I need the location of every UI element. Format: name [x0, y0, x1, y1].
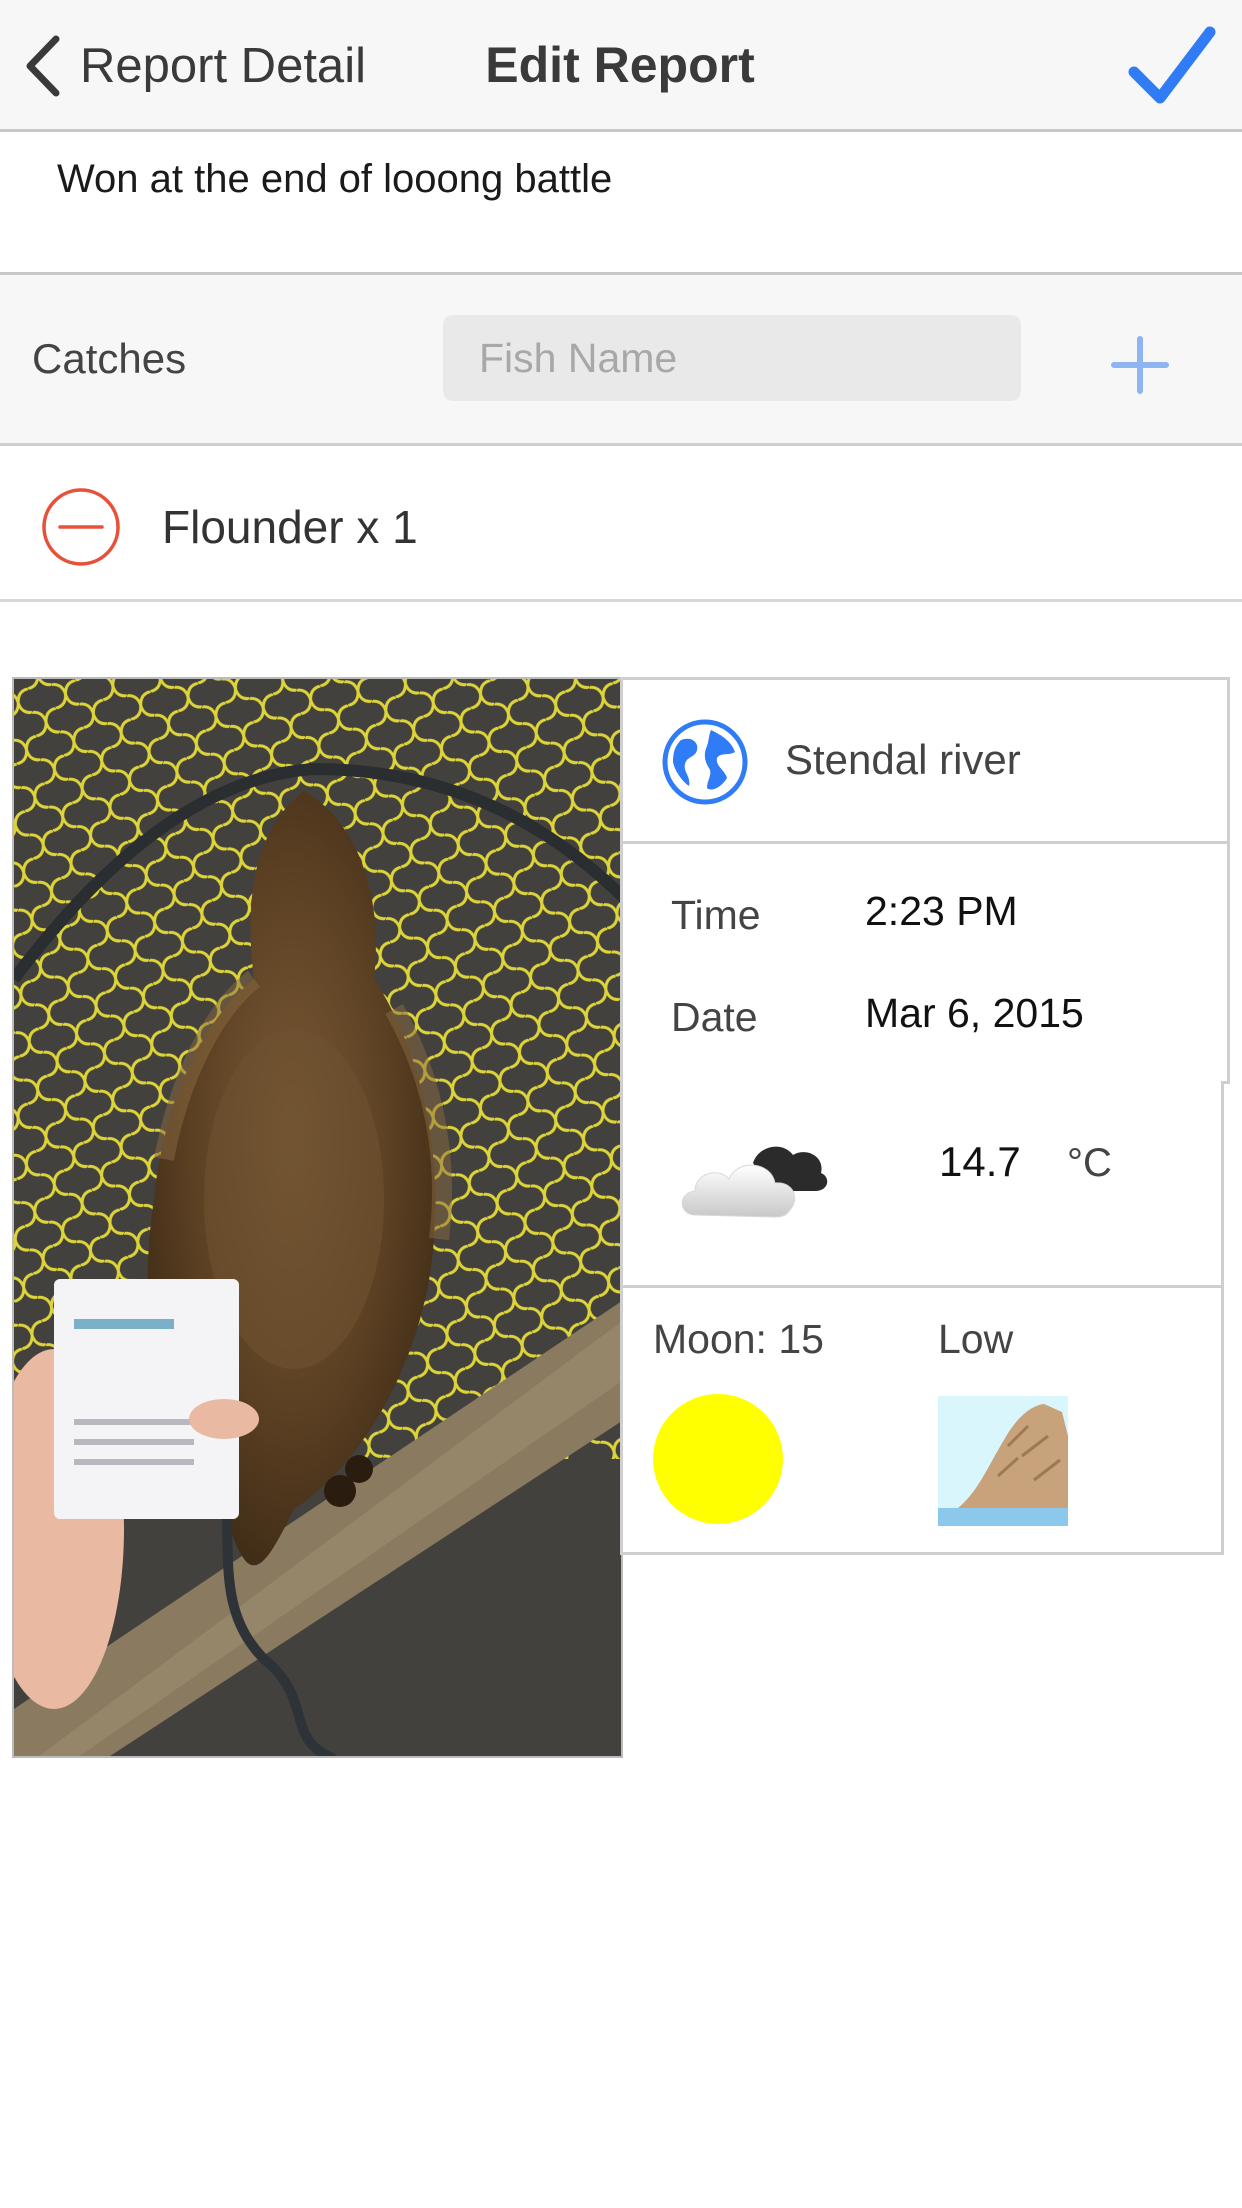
globe-icon [662, 719, 748, 805]
list-item: Flounder x 1 [0, 446, 1242, 602]
time-label: Time [671, 892, 761, 938]
plus-icon[interactable] [1110, 335, 1170, 395]
moon-tide-card[interactable]: Moon: 15 Low [620, 1285, 1224, 1555]
temperature-value: 14.7 [939, 1138, 1021, 1185]
catches-header: Catches [0, 275, 1242, 446]
catch-label: Flounder x 1 [162, 501, 418, 553]
location-card[interactable]: Stendal river [620, 677, 1230, 844]
description-field[interactable]: Won at the end of looong battle [0, 135, 1242, 275]
flounder-photo[interactable] [12, 677, 623, 1758]
low-tide-icon [938, 1396, 1068, 1526]
time-date-card[interactable]: Time 2:23 PM Date Mar 6, 2015 [620, 841, 1230, 1084]
checkmark-icon[interactable] [1128, 22, 1216, 110]
moon-label: Moon: 15 [653, 1316, 824, 1362]
date-label: Date [671, 994, 758, 1040]
photo-illustration [14, 679, 621, 1756]
location-name: Stendal river [785, 736, 1021, 783]
description-text: Won at the end of looong battle [57, 157, 613, 201]
weather-card[interactable]: 14.7 °C [620, 1081, 1224, 1288]
fish-name-input[interactable] [443, 315, 1021, 401]
tide-label: Low [938, 1316, 1014, 1362]
nav-bar: Report Detail Edit Report [0, 0, 1242, 132]
full-moon-icon [653, 1394, 783, 1524]
cloud-icon [681, 1146, 828, 1218]
date-value: Mar 6, 2015 [865, 990, 1084, 1036]
time-value: 2:23 PM [865, 888, 1018, 934]
page-title: Edit Report [485, 37, 755, 93]
catches-label: Catches [32, 335, 187, 382]
temperature-unit: °C [1067, 1141, 1112, 1185]
minus-circle-icon[interactable] [40, 486, 122, 568]
